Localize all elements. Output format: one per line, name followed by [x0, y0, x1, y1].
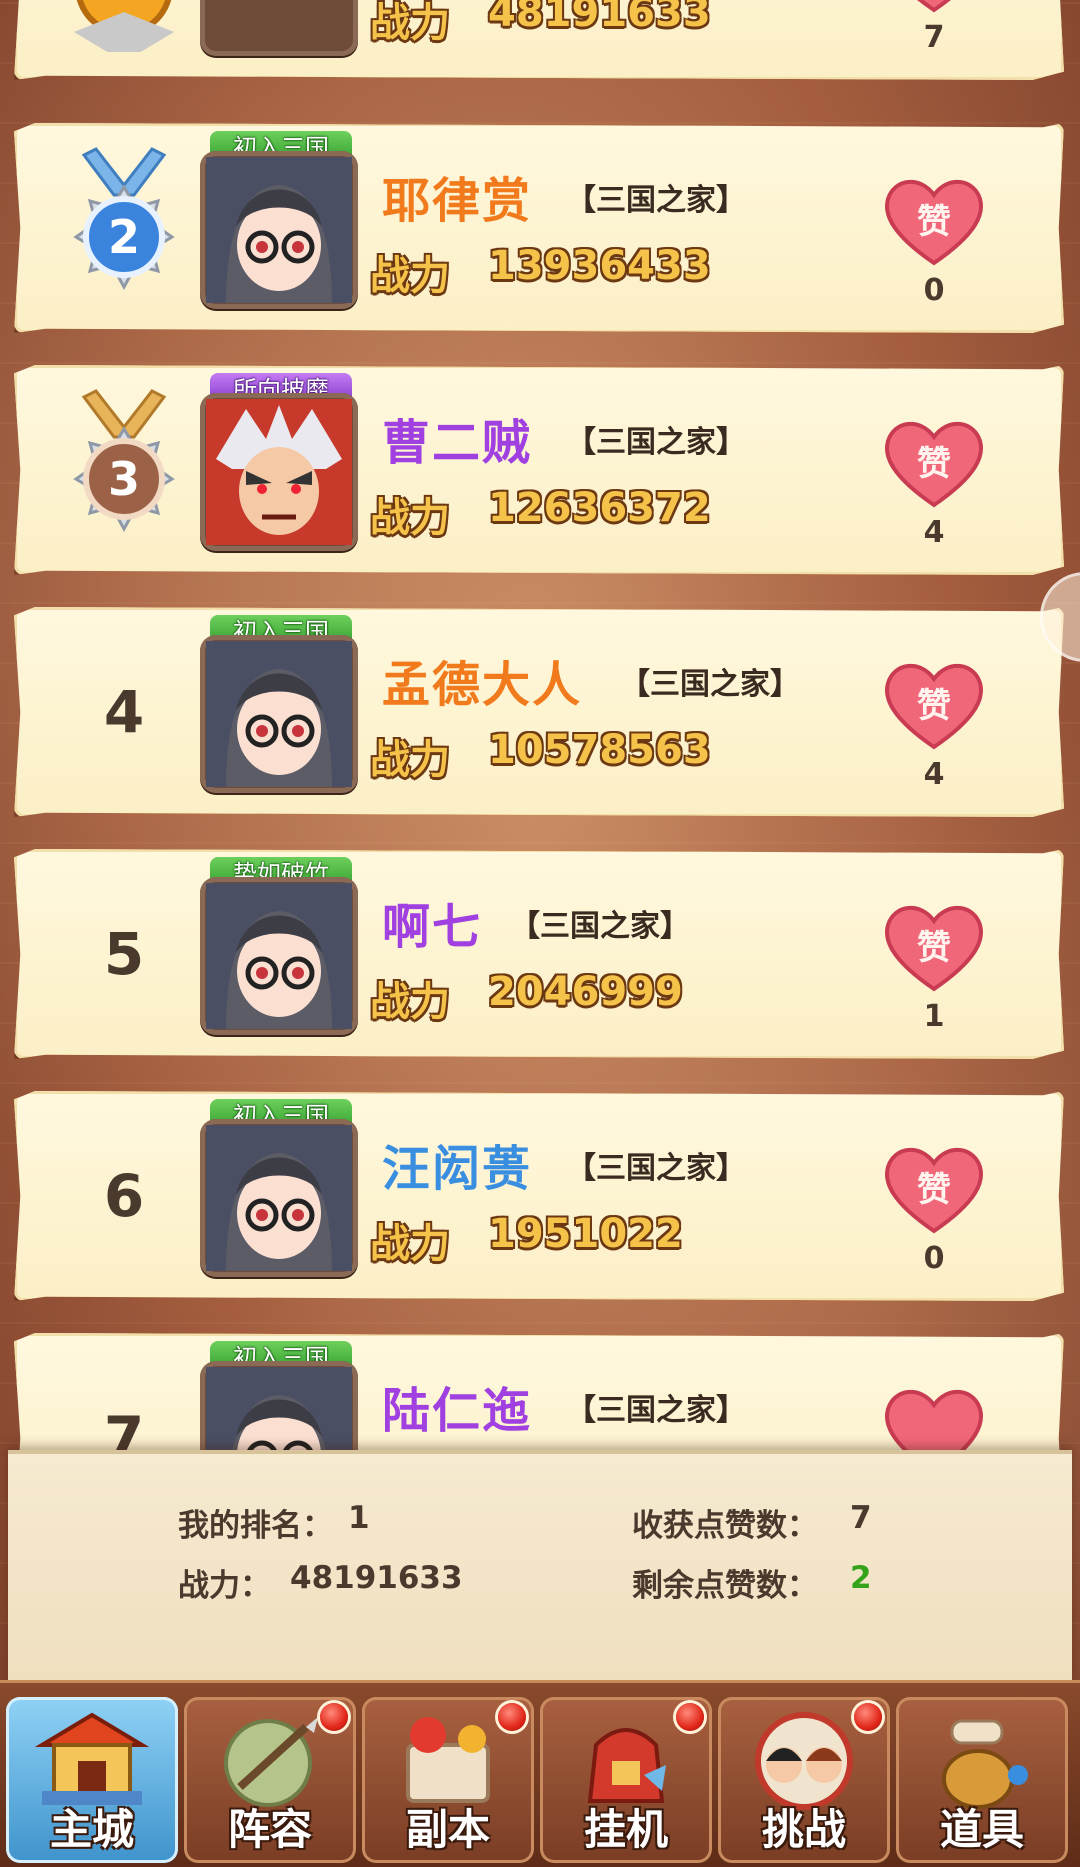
- nav-label: 主城: [49, 1805, 134, 1854]
- power-label: 战力: [370, 253, 450, 299]
- player-name[interactable]: 孟德大人: [382, 645, 582, 715]
- like-icon-text: 赞: [917, 202, 951, 242]
- ranking-list[interactable]: 战力 48191633 7 2 初入三国 耶律赏 【三国之家】 战力 13936…: [0, 0, 1080, 1470]
- notification-dot: [854, 1703, 882, 1731]
- like-count: 4: [923, 757, 945, 792]
- like-heart-icon[interactable]: [880, 0, 988, 16]
- power-value: 48191633: [488, 0, 711, 36]
- like-heart-icon[interactable]: 赞: [880, 173, 988, 269]
- nav-main-city[interactable]: 主城: [6, 1697, 178, 1863]
- like-icon-text: 赞: [917, 444, 951, 484]
- player-name[interactable]: 汪闳蒉: [382, 1129, 532, 1199]
- my-rank-label: 我的排名：: [178, 1508, 333, 1544]
- like-heart-icon[interactable]: 赞: [880, 899, 988, 995]
- avatar[interactable]: [200, 635, 358, 793]
- like-icon-text: 赞: [917, 686, 951, 726]
- nav-challenge[interactable]: 挑战: [718, 1697, 890, 1863]
- bronze-medal-icon: 3: [73, 389, 175, 533]
- rank-number: 5: [103, 920, 145, 988]
- rank-number: 6: [103, 1162, 145, 1230]
- my-power-label: 战力：: [178, 1568, 271, 1604]
- nav-lineup[interactable]: 阵容: [184, 1697, 356, 1863]
- rank-number: 4: [103, 678, 145, 746]
- avatar[interactable]: [200, 151, 358, 309]
- nav-label: 挂机: [583, 1805, 668, 1854]
- bottom-nav: 主城 阵容 副本 挂机 挑战 道具: [0, 1680, 1080, 1867]
- rank-row-5[interactable]: 5 势如破竹 啊七 【三国之家】 战力 2046999 赞 1: [14, 849, 1064, 1059]
- power-value: 13936433: [488, 243, 711, 289]
- like-count: 1: [923, 999, 945, 1034]
- like-count: 0: [923, 1241, 945, 1276]
- rank-row-3[interactable]: 3 所向披靡 曹二贼 【三国之家】 战力 12636372 赞 4: [14, 365, 1064, 575]
- power-label: 战力: [370, 0, 450, 46]
- rank-row-4[interactable]: 4 初入三国 孟德大人 【三国之家】 战力 10578563 赞 4: [14, 607, 1064, 817]
- nav-label: 副本: [405, 1805, 490, 1854]
- nav-label: 道具: [939, 1805, 1024, 1854]
- my-power-value: 48191633: [290, 1560, 463, 1596]
- guild-name: 【三国之家】: [566, 1151, 746, 1186]
- avatar[interactable]: [200, 393, 358, 551]
- like-heart-icon[interactable]: 赞: [880, 415, 988, 511]
- notification-dot: [498, 1703, 526, 1731]
- power-value: 2046999: [488, 969, 683, 1015]
- hero-warlord-portrait: [206, 399, 352, 545]
- like-heart-icon[interactable]: 赞: [880, 657, 988, 753]
- my-ranking-summary: 我的排名： 1 战力： 48191633 收获点赞数： 7 剩余点赞数： 2: [8, 1450, 1072, 1688]
- like-count: 7: [923, 20, 945, 55]
- notification-dot: [676, 1703, 704, 1731]
- received-likes-label: 收获点赞数：: [632, 1508, 818, 1544]
- avatar[interactable]: [200, 877, 358, 1035]
- power-label: 战力: [370, 979, 450, 1025]
- rank-row-1[interactable]: 战力 48191633 7: [14, 0, 1064, 80]
- medal-number: 2: [108, 210, 140, 264]
- like-icon-text: 赞: [917, 1170, 951, 1210]
- guild-name: 【三国之家】: [510, 909, 690, 944]
- rank-row-2[interactable]: 2 初入三国 耶律赏 【三国之家】 战力 13936433 赞 0: [14, 123, 1064, 333]
- player-name[interactable]: 耶律赏: [382, 161, 532, 231]
- power-label: 战力: [370, 737, 450, 783]
- like-icon-text: 赞: [917, 928, 951, 968]
- notification-dot: [320, 1703, 348, 1731]
- hero-glasses-portrait: [206, 157, 352, 303]
- like-heart-icon[interactable]: 赞: [880, 1141, 988, 1237]
- avatar[interactable]: [200, 1119, 358, 1277]
- power-value: 10578563: [488, 727, 711, 773]
- silver-medal-icon: 2: [73, 147, 175, 291]
- my-rank-value: 1: [348, 1500, 370, 1536]
- remaining-likes-label: 剩余点赞数：: [632, 1568, 818, 1604]
- player-name[interactable]: 曹二贼: [382, 403, 532, 473]
- hero-glasses-portrait: [206, 641, 352, 787]
- hero-glasses-portrait: [206, 1125, 352, 1271]
- nav-dungeon[interactable]: 副本: [362, 1697, 534, 1863]
- avatar[interactable]: [200, 0, 358, 56]
- like-count: 4: [923, 515, 945, 550]
- power-value: 1951022: [488, 1211, 683, 1257]
- power-value: 12636372: [488, 485, 711, 531]
- rank-row-6[interactable]: 6 初入三国 汪闳蒉 【三国之家】 战力 1951022 赞 0: [14, 1091, 1064, 1301]
- gold-medal-icon: [74, 0, 174, 52]
- nav-label: 挑战: [761, 1805, 846, 1854]
- remaining-likes-value: 2: [850, 1560, 872, 1596]
- medal-number: 3: [108, 452, 140, 506]
- nav-items[interactable]: 道具: [896, 1697, 1068, 1863]
- like-count: 0: [923, 273, 945, 308]
- guild-name: 【三国之家】: [566, 425, 746, 460]
- power-label: 战力: [370, 495, 450, 541]
- power-label: 战力: [370, 1221, 450, 1267]
- hero-glasses-portrait: [206, 883, 352, 1029]
- guild-name: 【三国之家】: [566, 1393, 746, 1428]
- nav-idle[interactable]: 挂机: [540, 1697, 712, 1863]
- guild-name: 【三国之家】: [620, 667, 800, 702]
- guild-name: 【三国之家】: [566, 183, 746, 218]
- nav-label: 阵容: [227, 1805, 312, 1854]
- player-name[interactable]: 啊七: [382, 887, 482, 957]
- received-likes-value: 7: [850, 1500, 872, 1536]
- player-name[interactable]: 陆仁迤: [382, 1371, 532, 1441]
